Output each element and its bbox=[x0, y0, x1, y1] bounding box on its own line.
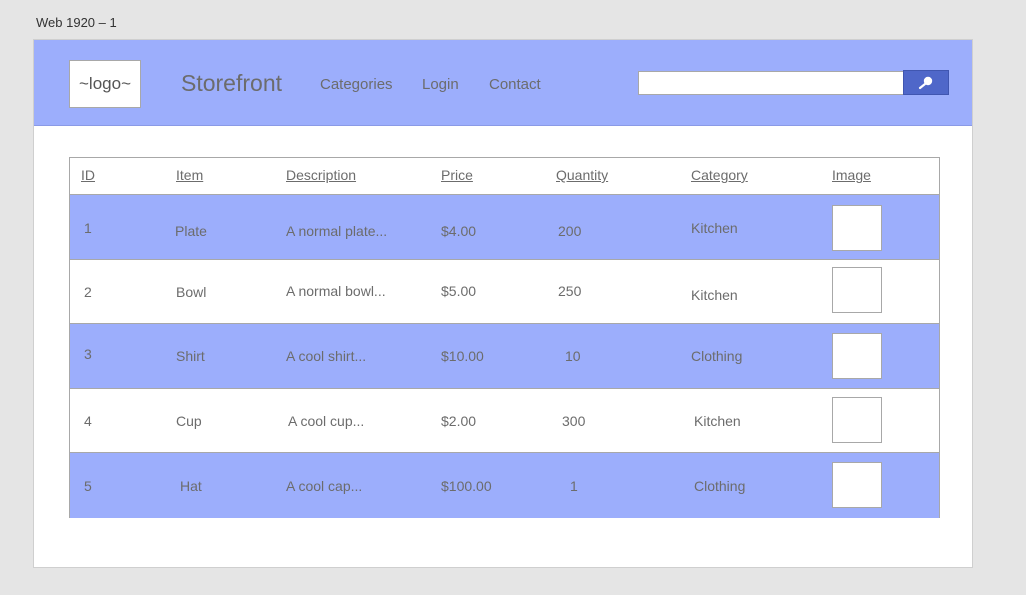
col-header-id[interactable]: ID bbox=[81, 167, 95, 183]
cell-id: 4 bbox=[84, 413, 92, 429]
search-input[interactable] bbox=[638, 71, 904, 95]
cell-quantity: 250 bbox=[558, 283, 582, 299]
cell-price: $10.00 bbox=[441, 348, 484, 364]
logo[interactable]: ~logo~ bbox=[69, 60, 141, 108]
table-row[interactable]: 4 Cup A cool cup... $2.00 300 Kitchen bbox=[70, 388, 939, 453]
image-placeholder[interactable] bbox=[832, 267, 882, 313]
cell-description: A cool cap... bbox=[286, 478, 363, 494]
col-header-price[interactable]: Price bbox=[441, 167, 473, 183]
cell-id: 2 bbox=[84, 284, 92, 300]
cell-id: 1 bbox=[84, 220, 92, 236]
header-bar: ~logo~ Storefront Categories Login Conta… bbox=[34, 40, 972, 126]
table-row[interactable]: 5 Hat A cool cap... $100.00 1 Clothing bbox=[70, 453, 939, 518]
image-placeholder[interactable] bbox=[832, 462, 882, 508]
cell-description: A normal bowl... bbox=[286, 283, 386, 299]
cell-item: Bowl bbox=[176, 284, 207, 300]
table-row[interactable]: 1 Plate A normal plate... $4.00 200 Kitc… bbox=[70, 195, 939, 260]
cell-price: $100.00 bbox=[441, 478, 492, 494]
products-table: ID Item Description Price Quantity Categ… bbox=[69, 157, 940, 518]
nav-categories[interactable]: Categories bbox=[320, 76, 393, 93]
nav-login[interactable]: Login bbox=[422, 76, 459, 93]
cell-category: Clothing bbox=[694, 478, 746, 494]
cell-quantity: 10 bbox=[565, 348, 581, 364]
col-header-image[interactable]: Image bbox=[832, 167, 871, 183]
table-header: ID Item Description Price Quantity Categ… bbox=[70, 158, 939, 195]
col-header-item[interactable]: Item bbox=[176, 167, 203, 183]
cell-id: 3 bbox=[84, 346, 92, 362]
page-frame: ~logo~ Storefront Categories Login Conta… bbox=[33, 39, 973, 568]
cell-price: $5.00 bbox=[441, 283, 477, 299]
table-row[interactable]: 3 Shirt A cool shirt... $10.00 10 Clothi… bbox=[70, 324, 939, 389]
cell-item: Shirt bbox=[176, 348, 205, 364]
cell-id: 5 bbox=[84, 478, 92, 494]
cell-quantity: 300 bbox=[562, 413, 586, 429]
cell-quantity: 200 bbox=[558, 223, 582, 239]
image-placeholder[interactable] bbox=[832, 397, 882, 443]
cell-category: Kitchen bbox=[691, 220, 738, 236]
cell-description: A cool cup... bbox=[288, 413, 365, 429]
search-icon bbox=[918, 76, 933, 89]
cell-category: Kitchen bbox=[694, 413, 741, 429]
cell-quantity: 1 bbox=[570, 478, 578, 494]
nav-contact[interactable]: Contact bbox=[489, 76, 541, 93]
cell-price: $4.00 bbox=[441, 223, 477, 239]
col-header-category[interactable]: Category bbox=[691, 167, 748, 183]
col-header-description[interactable]: Description bbox=[286, 167, 356, 183]
cell-item: Hat bbox=[180, 478, 202, 494]
brand-title[interactable]: Storefront bbox=[181, 70, 282, 97]
table-row[interactable]: 2 Bowl A normal bowl... $5.00 250 Kitche… bbox=[70, 259, 939, 324]
cell-description: A cool shirt... bbox=[286, 348, 367, 364]
cell-description: A normal plate... bbox=[286, 223, 388, 239]
artboard-label: Web 1920 – 1 bbox=[36, 15, 117, 30]
cell-item: Cup bbox=[176, 413, 202, 429]
image-placeholder[interactable] bbox=[832, 205, 882, 251]
cell-item: Plate bbox=[175, 223, 207, 239]
search-button[interactable] bbox=[903, 70, 949, 95]
cell-category: Clothing bbox=[691, 348, 743, 364]
cell-category: Kitchen bbox=[691, 287, 738, 303]
image-placeholder[interactable] bbox=[832, 333, 882, 379]
col-header-quantity[interactable]: Quantity bbox=[556, 167, 608, 183]
cell-price: $2.00 bbox=[441, 413, 477, 429]
